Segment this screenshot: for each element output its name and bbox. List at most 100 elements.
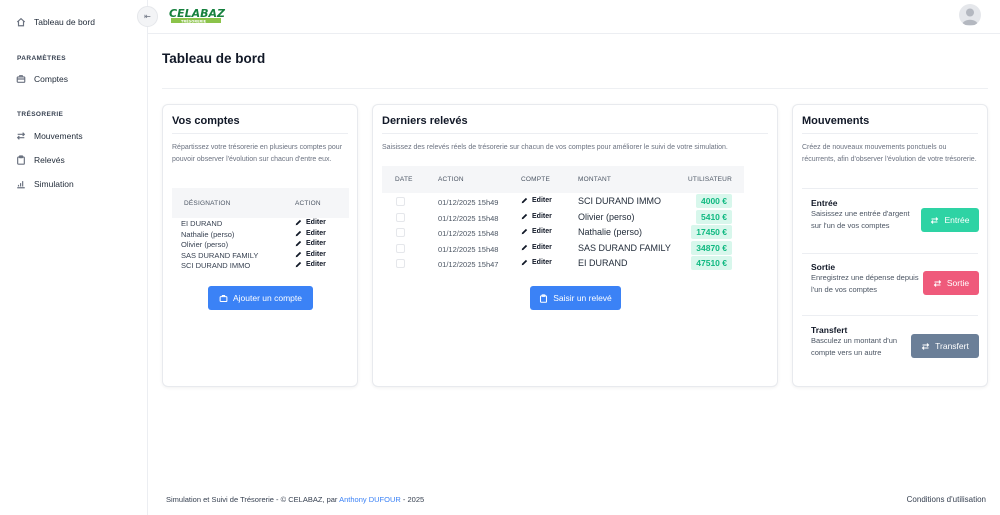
terms-link[interactable]: Conditions d'utilisation xyxy=(907,495,986,504)
title-divider xyxy=(162,88,988,89)
row-checkbox[interactable] xyxy=(396,243,405,253)
statement-amount: 17450 € xyxy=(691,225,732,240)
accounts-card-title: Vos comptes xyxy=(172,115,240,127)
row-checkbox[interactable] xyxy=(396,228,405,238)
statement-account: SCI DURAND IMMO xyxy=(578,196,661,206)
col-account: COMPTE xyxy=(521,176,551,183)
logo-text: CELABAZ xyxy=(169,7,226,20)
card-divider xyxy=(382,133,768,134)
card-divider xyxy=(172,133,348,134)
sidebar-item-label: Simulation xyxy=(34,179,74,189)
statement-date: 01/12/2025 15h49 xyxy=(438,198,499,207)
account-name: EI DURAND xyxy=(181,219,223,228)
sidebar-item-accounts[interactable]: Comptes xyxy=(16,71,68,87)
edit-label: Editer xyxy=(306,229,326,237)
sidebar-section-params: PARAMÈTRES xyxy=(17,55,67,62)
pencil-icon xyxy=(521,229,528,235)
row-checkbox[interactable] xyxy=(396,259,405,269)
author-link[interactable]: Anthony DUFOUR xyxy=(339,495,401,504)
sidebar: Tableau de bord PARAMÈTRES Comptes TRÉSO… xyxy=(0,0,148,515)
pencil-icon xyxy=(295,230,302,236)
page-title: Tableau de bord xyxy=(162,51,266,66)
edit-account-button[interactable]: Editer xyxy=(295,261,326,268)
accounts-card-description: Répartissez votre trésorerie en plusieur… xyxy=(172,144,343,163)
statements-table-header: DATE ACTION COMPTE MONTANT UTILISATEUR xyxy=(382,166,744,193)
transfer-button-label: Transfert xyxy=(935,341,969,351)
statement-amount: 4000 € xyxy=(696,194,732,208)
bar-chart-icon xyxy=(17,181,25,189)
edit-statement-button[interactable]: Editer xyxy=(521,197,552,204)
footer-credits: Simulation et Suivi de Trésorerie - © CE… xyxy=(166,495,424,504)
sidebar-item-simulation[interactable]: Simulation xyxy=(16,176,74,192)
col-designation: DÉSIGNATION xyxy=(184,200,231,207)
statement-amount: 5410 € xyxy=(696,209,732,224)
statements-card: Derniers relevés Saisissez des relevés r… xyxy=(372,104,778,387)
sidebar-item-label: Mouvements xyxy=(34,131,83,141)
movements-card: Mouvements Créez de nouveaux mouvements … xyxy=(792,104,988,387)
col-action: ACTION xyxy=(438,176,464,183)
edit-label: Editer xyxy=(532,228,552,236)
footer-year: - 2025 xyxy=(402,495,425,504)
col-action: ACTION xyxy=(295,200,321,207)
edit-account-button[interactable]: Editer xyxy=(295,219,326,226)
expense-button-label: Sortie xyxy=(946,278,970,288)
clipboard-icon xyxy=(540,293,548,303)
avatar[interactable] xyxy=(959,4,981,26)
statement-account: EI DURAND xyxy=(578,258,628,269)
col-date: DATE xyxy=(395,176,413,183)
pencil-icon xyxy=(521,244,528,251)
sidebar-item-dashboard[interactable]: Tableau de bord xyxy=(16,14,95,30)
edit-account-button[interactable]: Editer xyxy=(295,240,326,247)
table-row: 01/12/2025 15h48 Editer SAS DURAND FAMILY 3… xyxy=(382,240,744,256)
edit-statement-button[interactable]: Editer xyxy=(521,213,552,220)
footer-text: Simulation et Suivi de Trésorerie - © CE… xyxy=(166,495,338,504)
edit-label: Editer xyxy=(306,240,326,247)
sidebar-item-label: Tableau de bord xyxy=(34,17,95,27)
edit-statement-button[interactable]: Editer xyxy=(521,228,552,235)
sidebar-item-statements[interactable]: Relevés xyxy=(16,152,65,168)
add-account-button[interactable]: Ajouter un compte xyxy=(208,286,313,310)
celabaz-logo: CELABAZ TRÉSORERIE xyxy=(169,7,226,23)
income-description: Saisissez une entrée d'argent sur l'un d… xyxy=(811,209,910,230)
pencil-icon xyxy=(295,240,302,247)
transfer-description: Basculez un montant d'un compte vers un … xyxy=(811,336,898,357)
sidebar-item-movements[interactable]: Mouvements xyxy=(16,128,83,144)
edit-label: Editer xyxy=(532,197,552,204)
edit-label: Editer xyxy=(306,250,326,258)
income-button[interactable]: Entrée xyxy=(921,208,979,232)
row-checkbox[interactable] xyxy=(396,197,405,206)
expense-description: Enregistrez une dépense depuis l'un de v… xyxy=(811,273,919,294)
pencil-icon xyxy=(521,213,528,219)
expense-button[interactable]: Sortie xyxy=(923,271,979,295)
statement-date: 01/12/2025 15h47 xyxy=(438,260,499,270)
expense-title: Sortie xyxy=(811,262,836,272)
sidebar-section-treasury: TRÉSORERIE xyxy=(17,111,64,118)
add-statement-label: Saisir un relevé xyxy=(553,293,612,303)
briefcase-icon xyxy=(219,294,228,302)
movements-card-description: Créez de nouveaux mouvements ponctuels o… xyxy=(802,144,977,163)
account-name: SAS DURAND FAMILY xyxy=(181,250,259,260)
add-statement-button[interactable]: Saisir un relevé xyxy=(530,286,621,310)
table-row: SCI DURAND IMMO Editer xyxy=(181,261,351,271)
sidebar-collapse-button[interactable]: ⇤ xyxy=(137,6,158,27)
col-user: UTILISATEUR xyxy=(688,176,732,183)
income-button-label: Entrée xyxy=(944,215,970,225)
edit-statement-button[interactable]: Editer xyxy=(521,244,552,251)
edit-label: Editer xyxy=(532,259,552,267)
statement-account: Olivier (perso) xyxy=(578,211,635,222)
statement-account: SAS DURAND FAMILY xyxy=(578,242,671,253)
transfer-button[interactable]: Transfert xyxy=(911,334,979,358)
edit-statement-button[interactable]: Editer xyxy=(521,259,552,266)
row-checkbox[interactable] xyxy=(396,212,405,222)
section-divider xyxy=(802,315,978,316)
statement-date: 01/12/2025 15h48 xyxy=(438,213,499,223)
transfer-title: Transfert xyxy=(811,325,848,335)
movements-card-title: Mouvements xyxy=(802,115,870,127)
pencil-icon xyxy=(521,260,528,266)
table-row: 01/12/2025 15h47 Editer EI DURAND 47510 € xyxy=(382,256,744,271)
edit-account-button[interactable]: Editer xyxy=(295,230,326,237)
edit-account-button[interactable]: Editer xyxy=(295,251,326,258)
add-account-label: Ajouter un compte xyxy=(233,293,302,303)
statement-amount: 34870 € xyxy=(691,240,732,255)
accounts-table-header: DÉSIGNATION ACTION xyxy=(172,188,349,218)
